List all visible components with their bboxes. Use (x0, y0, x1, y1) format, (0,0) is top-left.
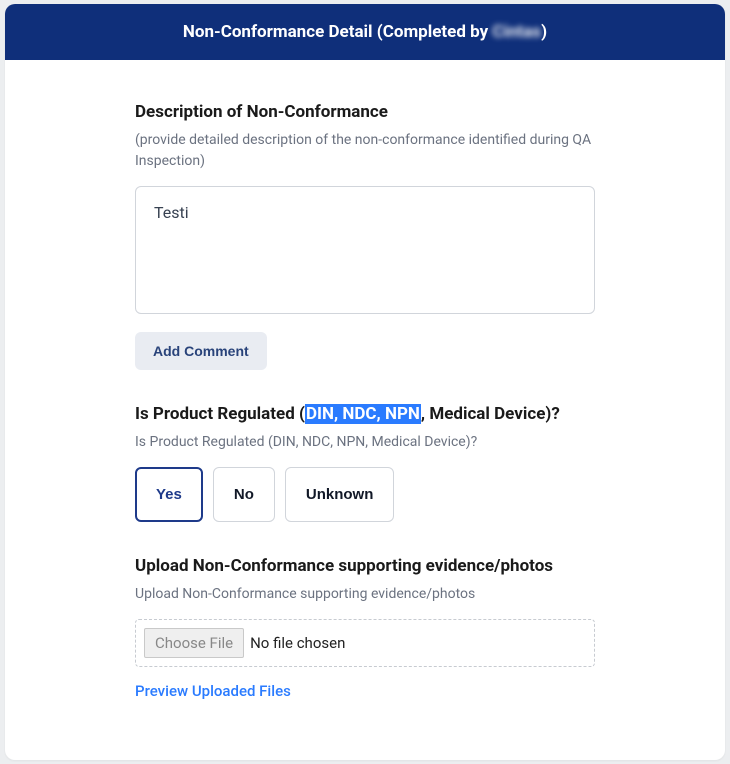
card-header: Non-Conformance Detail (Completed by Cin… (5, 4, 725, 60)
upload-dropzone[interactable]: Choose File No file chosen (135, 619, 595, 667)
regulated-options: Yes No Unknown (135, 467, 595, 522)
description-hint: (provide detailed description of the non… (135, 130, 595, 172)
regulated-hint: Is Product Regulated (DIN, NDC, NPN, Med… (135, 432, 595, 453)
upload-section: Upload Non-Conformance supporting eviden… (135, 556, 595, 700)
description-textarea[interactable] (135, 186, 595, 314)
upload-title: Upload Non-Conformance supporting eviden… (135, 556, 595, 576)
preview-uploaded-link[interactable]: Preview Uploaded Files (135, 682, 291, 700)
description-section: Description of Non-Conformance (provide … (135, 102, 595, 370)
regulated-option-unknown[interactable]: Unknown (285, 467, 395, 522)
regulated-option-no[interactable]: No (213, 467, 275, 522)
regulated-option-yes[interactable]: Yes (135, 467, 203, 522)
regulated-title-highlight: DIN, NDC, NPN (305, 404, 421, 424)
regulated-title-pre: Is Product Regulated ( (135, 404, 305, 424)
nonconformance-card: Non-Conformance Detail (Completed by Cin… (5, 4, 725, 760)
regulated-title: Is Product Regulated (DIN, NDC, NPN, Med… (135, 404, 595, 424)
header-title-pre: Non-Conformance Detail (Completed by (183, 22, 493, 42)
regulated-title-post: , Medical Device)? (421, 404, 560, 424)
regulated-section: Is Product Regulated (DIN, NDC, NPN, Med… (135, 404, 595, 522)
card-body: Description of Non-Conformance (provide … (5, 60, 725, 760)
header-title-post: ) (541, 22, 547, 42)
header-title-name: Cintas (492, 22, 541, 42)
add-comment-button[interactable]: Add Comment (135, 332, 267, 370)
upload-hint: Upload Non-Conformance supporting eviden… (135, 584, 595, 605)
description-title: Description of Non-Conformance (135, 102, 595, 122)
file-status-text: No file chosen (250, 634, 345, 652)
choose-file-button[interactable]: Choose File (144, 628, 244, 658)
